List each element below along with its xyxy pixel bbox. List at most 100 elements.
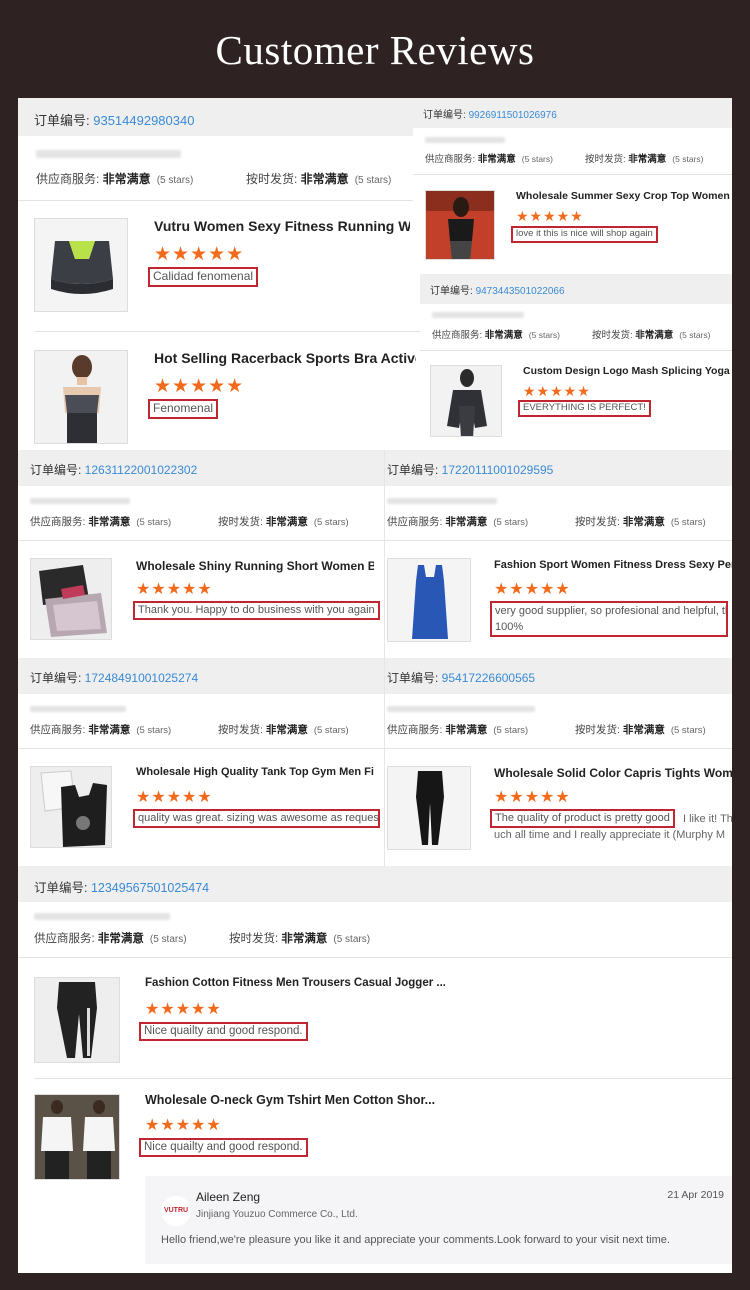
rating-stars: ★★★★★ bbox=[145, 1117, 222, 1134]
order-number-link[interactable]: 93514492980340 bbox=[93, 113, 194, 128]
product-name[interactable]: Wholesale High Quality Tank Top Gym Men … bbox=[136, 766, 374, 778]
review-text-continued: 100% bbox=[495, 621, 524, 633]
product-name[interactable]: Wholesale Solid Color Capris Tights Wome… bbox=[494, 766, 732, 780]
review-text-continued: I like it! Th bbox=[683, 813, 732, 825]
service-rating-row: 供应商服务: 非常满意 (5 stars) bbox=[387, 724, 529, 736]
order-panel-6: 订单编号: 17248491001025274 供应商服务: 非常满意 (5 st… bbox=[18, 658, 384, 866]
review-text: very good supplier, so profesional and h… bbox=[490, 601, 728, 637]
divider bbox=[18, 540, 384, 541]
order-panel-2: 订单编号: 9926911501026976 供应商服务: 非常满意 (5 sta… bbox=[413, 98, 732, 274]
product-image-crop-top[interactable] bbox=[425, 190, 495, 260]
tank-top-icon bbox=[31, 767, 111, 847]
order-panel-3: 订单编号: 9473443501022066 供应商服务: 非常满意 (5 sta… bbox=[420, 274, 732, 450]
divider bbox=[384, 540, 732, 541]
order-number-link[interactable]: 95417226600565 bbox=[442, 671, 535, 685]
buyer-name-blurred bbox=[432, 312, 524, 318]
order-header: 订单编号: 17248491001025274 bbox=[18, 658, 384, 694]
product-image-gym-tshirt[interactable] bbox=[34, 1094, 120, 1180]
order-number-link[interactable]: 9926911501026976 bbox=[469, 110, 557, 121]
product-image-yoga-top[interactable] bbox=[430, 365, 502, 437]
shorts-icon bbox=[31, 559, 111, 639]
product-image-sports-bra[interactable] bbox=[34, 218, 128, 312]
review-text: Nice quailty and good respond. bbox=[139, 1022, 308, 1042]
divider bbox=[413, 174, 732, 175]
divider bbox=[34, 1078, 732, 1079]
product-name[interactable]: Fashion Sport Women Fitness Dress Sexy P… bbox=[494, 559, 732, 571]
service-rating-row: 供应商服务: 非常满意 (5 stars) bbox=[432, 330, 560, 341]
product-image-capris-tights[interactable] bbox=[387, 766, 471, 850]
service-rating-row: 供应商服务: 非常满意 (5 stars) bbox=[34, 933, 187, 945]
seller-reply: VUTRU Aileen Zeng Jinjiang Youzuo Commer… bbox=[145, 1176, 732, 1264]
model-photo-icon bbox=[431, 366, 501, 436]
buyer-name-blurred bbox=[425, 137, 505, 143]
order-header: 订单编号: 95417226600565 bbox=[384, 658, 732, 694]
review-text: Nice quailty and good respond. bbox=[139, 1138, 308, 1158]
order-panel-8: 订单编号: 12349567501025474 供应商服务: 非常满意 (5 st… bbox=[18, 866, 732, 1273]
product-name[interactable]: Wholesale O-neck Gym Tshirt Men Cotton S… bbox=[145, 1093, 445, 1107]
shipping-rating-row: 按时发货: 非常满意 (5 stars) bbox=[575, 724, 706, 736]
shipping-rating-row: 按时发货: 非常满意 (5 stars) bbox=[575, 516, 706, 528]
review-text: love it this is nice will shop again bbox=[511, 226, 658, 243]
divider bbox=[34, 331, 434, 332]
rating-stars: ★★★★★ bbox=[136, 581, 213, 598]
model-photo-icon bbox=[426, 191, 494, 259]
shipping-rating-row: 按时发货: 非常满意 (5 stars) bbox=[585, 154, 704, 165]
column-divider bbox=[384, 450, 385, 866]
order-header: 订单编号: 9926911501026976 bbox=[413, 98, 732, 128]
rating-stars: ★★★★★ bbox=[154, 376, 245, 397]
order-number-link[interactable]: 17220111001029595 bbox=[442, 463, 554, 477]
product-image-fitness-dress[interactable] bbox=[387, 558, 471, 642]
sports-bra-icon bbox=[35, 219, 127, 311]
divider bbox=[420, 350, 732, 351]
order-number-link[interactable]: 17248491001025274 bbox=[85, 671, 198, 685]
review-text: quality was great. sizing was awesome as… bbox=[133, 809, 380, 828]
rating-stars: ★★★★★ bbox=[494, 789, 571, 806]
service-rating-row: 供应商服务: 非常满意 (5 stars) bbox=[30, 724, 172, 736]
service-rating-row: 供应商服务: 非常满意 (5 stars) bbox=[30, 516, 172, 528]
order-number-link[interactable]: 12631122001022302 bbox=[85, 463, 198, 477]
order-header: 订单编号: 17220111001029595 bbox=[384, 450, 732, 486]
product-name[interactable]: Custom Design Logo Mash Splicing Yoga bbox=[523, 365, 732, 377]
order-header: 订单编号: 9473443501022066 bbox=[420, 274, 732, 304]
review-text: EVERYTHING IS PERFECT! bbox=[518, 400, 651, 417]
rating-stars: ★★★★★ bbox=[145, 1001, 222, 1018]
product-name[interactable]: Wholesale Shiny Running Short Women Boot… bbox=[136, 559, 374, 573]
rating-stars: ★★★★★ bbox=[523, 383, 591, 399]
buyer-name-blurred bbox=[36, 150, 181, 158]
review-text: Fenomenal bbox=[148, 399, 219, 419]
buyer-name-blurred bbox=[30, 706, 126, 712]
order-panel-5: 订单编号: 17220111001029595 供应商服务: 非常满意 (5 st… bbox=[384, 450, 732, 658]
product-image-racerback-bra[interactable] bbox=[34, 350, 128, 444]
seller-company: Jinjiang Youzuo Commerce Co., Ltd. bbox=[196, 1209, 358, 1220]
buyer-name-blurred bbox=[30, 498, 130, 504]
seller-logo: VUTRU bbox=[161, 1196, 191, 1226]
review-text: Calidad fenomenal bbox=[148, 267, 259, 287]
order-number-link[interactable]: 9473443501022066 bbox=[476, 286, 565, 297]
buyer-name-blurred bbox=[387, 498, 497, 504]
divider bbox=[384, 748, 732, 749]
order-header: 订单编号: 12349567501025474 bbox=[18, 866, 732, 902]
shipping-rating-row: 按时发货: 非常满意 (5 stars) bbox=[246, 172, 392, 186]
shipping-rating-row: 按时发货: 非常满意 (5 stars) bbox=[218, 724, 349, 736]
rating-stars: ★★★★★ bbox=[154, 244, 245, 265]
service-rating-row: 供应商服务: 非常满意 (5 stars) bbox=[36, 172, 194, 186]
review-text-continued: uch all time and I really appreciate it … bbox=[494, 829, 726, 841]
divider bbox=[18, 957, 732, 958]
reviews-sheet: 订单编号: 93514492980340 供应商服务: 非常满意 (5 stars… bbox=[18, 98, 732, 1273]
order-number-link[interactable]: 12349567501025474 bbox=[91, 881, 209, 895]
rating-stars: ★★★★★ bbox=[516, 208, 584, 224]
order-header: 订单编号: 12631122001022302 bbox=[18, 450, 384, 486]
product-image-shiny-shorts[interactable] bbox=[30, 558, 112, 640]
product-name[interactable]: Fashion Cotton Fitness Men Trousers Casu… bbox=[145, 977, 445, 989]
review-text: The quality of product is pretty good bbox=[490, 809, 675, 828]
product-image-jogger[interactable] bbox=[34, 977, 120, 1063]
order-label: 订单编号: bbox=[34, 113, 94, 128]
service-rating-row: 供应商服务: 非常满意 (5 stars) bbox=[425, 154, 553, 165]
reply-text: Hello friend,we're pleasure you like it … bbox=[161, 1234, 670, 1246]
product-name[interactable]: Vutru Women Sexy Fitness Running Wear Yo… bbox=[154, 218, 410, 234]
divider bbox=[18, 748, 384, 749]
product-name[interactable]: Hot Selling Racerback Sports Bra Active bbox=[154, 350, 416, 366]
product-name[interactable]: Wholesale Summer Sexy Crop Top Women bbox=[516, 190, 732, 202]
product-image-tank-top[interactable] bbox=[30, 766, 112, 848]
dress-icon bbox=[388, 559, 470, 641]
